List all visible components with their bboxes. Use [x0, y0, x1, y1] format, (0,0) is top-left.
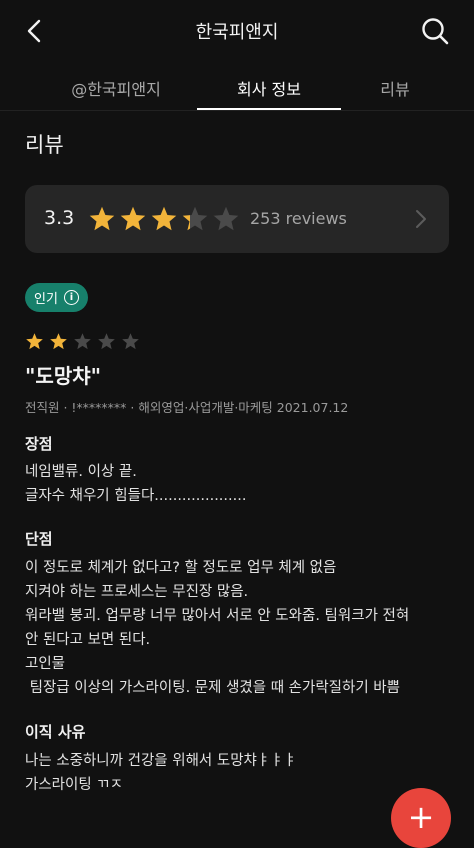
- star-icon: [74, 333, 91, 350]
- tab-company-handle[interactable]: @한국피앤지: [56, 76, 176, 100]
- reason-line: 나는 소중하니까 건강을 위해서 도망챠ㅑㅑㅑ: [25, 753, 297, 769]
- star-icon: [182, 206, 208, 231]
- cons-line: 고인물: [25, 656, 66, 672]
- star-icon: [89, 206, 115, 231]
- rating-stars: [88, 205, 243, 233]
- cons-line: 팀장급 이상의 가스라이팅. 문제 생겼을 때 손가락질하기 바쁨: [25, 680, 400, 696]
- tabs-divider: [0, 110, 474, 111]
- reason-text: 나는 소중하니까 건강을 위해서 도망챠ㅑㅑㅑ 가스라이팅 ㄲㅈ: [25, 749, 297, 797]
- badge-label: 인기: [34, 292, 58, 307]
- pros-line: 네임밸류. 이상 끝.: [25, 464, 137, 480]
- star-icon: [50, 333, 67, 350]
- chevron-right-icon: [416, 210, 426, 228]
- reviews-count: 253 reviews: [250, 209, 347, 228]
- star-icon: [151, 206, 177, 231]
- page-title: 한국피앤지: [195, 22, 279, 43]
- review-stars: [25, 332, 143, 351]
- popular-badge: 인기 i: [25, 283, 88, 312]
- cons-label: 단점: [25, 530, 53, 548]
- reason-line: 가스라이팅 ㄲㅈ: [25, 777, 123, 793]
- tab-bar: @한국피앤지 회사 정보 리뷰: [0, 62, 474, 112]
- tab-company-info[interactable]: 회사 정보: [197, 76, 341, 100]
- cons-line: 워라밸 붕괴. 업무량 너무 많아서 서로 안 도와줌. 팀워크가 전혀: [25, 608, 410, 624]
- search-icon[interactable]: [420, 16, 450, 46]
- star-icon: [120, 206, 146, 231]
- rating-score: 3.3: [44, 207, 75, 229]
- cons-line: 안 된다고 보면 된다.: [25, 632, 151, 648]
- pros-text: 네임밸류. 이상 끝. 글자수 채우기 힘들다.................…: [25, 460, 246, 508]
- star-icon: [122, 333, 139, 350]
- info-icon[interactable]: i: [63, 290, 79, 305]
- section-title: 리뷰: [25, 133, 64, 157]
- pros-line: 글자수 채우기 힘들다....................: [25, 488, 247, 504]
- cons-line: 지켜야 하는 프로세스는 무진장 많음.: [25, 584, 249, 600]
- pros-label: 장점: [25, 435, 53, 453]
- write-review-fab[interactable]: +: [391, 788, 451, 848]
- review-title: "도망챠": [25, 364, 102, 388]
- reason-label: 이직 사유: [25, 723, 86, 741]
- tab-reviews[interactable]: 리뷰: [360, 76, 430, 100]
- cons-line: 이 정도로 체계가 없다고? 할 정도로 업무 체계 없음: [25, 560, 337, 576]
- plus-icon: +: [407, 798, 435, 836]
- star-icon: [26, 333, 43, 350]
- cons-text: 이 정도로 체계가 없다고? 할 정도로 업무 체계 없음 지켜야 하는 프로세…: [25, 556, 409, 700]
- app-header: 한국피앤지: [0, 0, 474, 62]
- rating-summary-card[interactable]: 3.3 253 reviews: [25, 185, 449, 253]
- review-meta: 전직원 · !******** · 해외영업·사업개발·마케팅 2021.07.…: [25, 400, 349, 415]
- star-icon: [98, 333, 115, 350]
- star-icon: [213, 206, 239, 231]
